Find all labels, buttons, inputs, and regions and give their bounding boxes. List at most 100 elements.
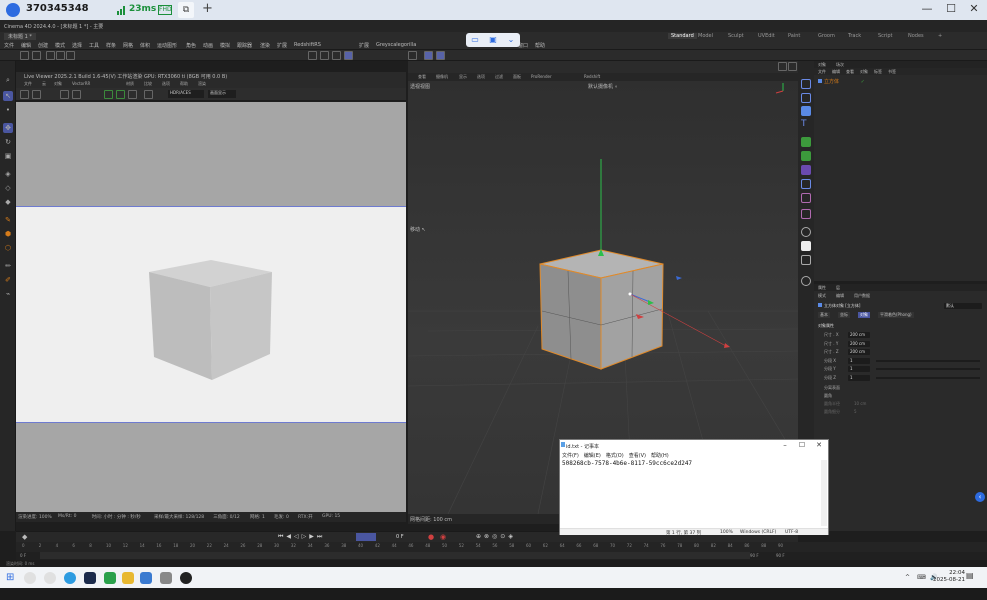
object-manager-menu-item[interactable]: 标签 (874, 69, 882, 75)
axis-x-icon[interactable] (46, 51, 55, 60)
side-expand-icon[interactable]: ‹ (975, 492, 985, 502)
doc-tab[interactable]: 未标题 1 * (4, 33, 36, 40)
live-render-icon[interactable] (344, 51, 353, 60)
text-tool-icon[interactable]: T (801, 119, 811, 129)
camera-nav-icon[interactable] (778, 62, 787, 71)
timeline-ruler[interactable]: 0 2 4 6 8 10 12 14 16 18 20 22 24 26 28 30 32 34 36 38 40 42 4… (16, 542, 987, 552)
menu-item[interactable]: 编辑 (21, 42, 31, 49)
viewport-menu-item[interactable]: 查看 (418, 74, 426, 80)
axis-z-icon[interactable] (66, 51, 75, 60)
axis-y-icon[interactable] (56, 51, 65, 60)
viewport-menu-item[interactable]: 选项 (477, 74, 485, 80)
layout-tab[interactable]: Groom (818, 33, 835, 39)
notepad-menu-item[interactable]: 格式(O) (606, 453, 624, 459)
target-icon[interactable] (144, 90, 153, 99)
render-viewport[interactable] (16, 102, 406, 512)
live-viewer-menu-item[interactable]: 文件 (24, 81, 32, 87)
attribute-menu-item[interactable]: 模式 (818, 293, 826, 299)
menu-item[interactable]: 扩展 (277, 42, 287, 49)
cinema4d-icon[interactable] (180, 572, 192, 584)
keyframe-diamond-icon[interactable]: ◆ (22, 533, 27, 541)
python-icon[interactable] (801, 276, 811, 286)
attribute-value-field[interactable]: 200 cm (848, 340, 870, 347)
viewport-menu-item[interactable]: 面板 (513, 74, 521, 80)
live-viewer-menu-item[interactable]: 比较 (144, 81, 152, 87)
attribute-tab[interactable]: 层 (836, 285, 840, 291)
object-row-cube[interactable]: 立方体 ✓ (818, 78, 978, 86)
attribute-menu-item[interactable]: 用户数据 (854, 293, 870, 299)
chevron-down-icon[interactable]: ⌄ (506, 35, 516, 45)
edge-mode-icon[interactable]: ◇ (3, 183, 13, 193)
attribute-slider[interactable] (876, 376, 980, 379)
pause-icon[interactable] (20, 90, 29, 99)
notepad-menu-item[interactable]: 查看(V) (629, 453, 646, 459)
menu-item[interactable]: 选择 (72, 42, 82, 49)
visibility-check-icon[interactable]: ✓ (861, 79, 865, 85)
live-viewer-menu-item[interactable]: 材质 (126, 81, 134, 87)
attribute-option[interactable]: 圆角 (824, 393, 832, 399)
menu-item[interactable]: RedshiftRS (294, 42, 321, 48)
viewport-menu-item[interactable]: 显示 (459, 74, 467, 80)
effector-icon[interactable] (801, 193, 811, 203)
menu-item[interactable]: 渲染 (260, 42, 270, 49)
generator-icon[interactable] (801, 137, 811, 147)
attribute-option[interactable]: 圆角细分 (824, 409, 840, 415)
range-slider[interactable] (40, 552, 750, 559)
attribute-value-field[interactable]: 1 (848, 366, 870, 372)
light-object-icon[interactable] (801, 255, 811, 265)
select-tool-icon[interactable]: ↖ (3, 91, 13, 101)
menu-item[interactable]: 模拟 (220, 42, 230, 49)
layout-tab[interactable]: Sculpt (728, 33, 744, 39)
refresh-icon[interactable] (32, 90, 41, 99)
live-viewer-menu-item[interactable]: 对象 (54, 81, 62, 87)
layout-tab[interactable]: + (938, 33, 942, 39)
menu-item[interactable]: 帮助 (535, 42, 545, 49)
viewport-menu-item[interactable]: 过滤 (495, 74, 503, 80)
layout-tab[interactable]: Nodes (908, 33, 924, 39)
record-icon[interactable]: ● (428, 533, 434, 541)
session-tab[interactable]: ⧉ (178, 2, 194, 18)
object-manager-menu-item[interactable]: 查看 (846, 69, 854, 75)
menu-item[interactable]: 跟踪器 (237, 42, 252, 49)
attribute-value-field[interactable]: 1 (848, 357, 870, 364)
attribute-tab[interactable]: 属性 (818, 285, 826, 291)
layout-tab[interactable]: Track (848, 33, 861, 39)
close-button[interactable]: ✕ (966, 2, 982, 15)
maximize-view-icon[interactable] (788, 62, 797, 71)
menu-item[interactable]: 网格 (123, 42, 133, 49)
attribute-menu-item[interactable]: 编辑 (836, 293, 844, 299)
avatar-icon[interactable] (6, 3, 20, 17)
menu-item[interactable]: 工具 (89, 42, 99, 49)
start-frame[interactable]: 0 F (20, 553, 26, 558)
app-icon[interactable] (140, 572, 152, 584)
display-switch-icon[interactable]: ▣ (488, 35, 498, 45)
menu-item[interactable]: 角色 (186, 42, 196, 49)
minimize-button[interactable]: — (919, 2, 935, 15)
layout-tab[interactable]: Standard (668, 33, 697, 39)
frame-range-bar[interactable]: 0 F 90 F 90 F (16, 552, 987, 560)
object-manager-menu-item[interactable]: 书签 (888, 69, 896, 75)
null-object-icon[interactable] (801, 79, 811, 89)
rotate-tool-icon[interactable]: ↻ (3, 137, 13, 147)
notepad-menu-item[interactable]: 文件(F) (562, 453, 579, 459)
loop-toggle[interactable] (356, 533, 376, 541)
magnet-tool-icon[interactable]: ⌁ (3, 289, 13, 299)
preset-select[interactable]: 默认 (944, 303, 982, 309)
chrome-icon[interactable] (24, 572, 36, 584)
live-viewer-menu-item[interactable]: 云 (42, 81, 46, 87)
notepad-menu-item[interactable]: 帮助(H) (651, 453, 669, 459)
render-view-icon[interactable] (308, 51, 317, 60)
menu-item[interactable]: 扩展 (359, 42, 369, 49)
notepad-scrollbar[interactable] (821, 460, 827, 526)
move-tool-icon[interactable]: ✥ (3, 123, 13, 133)
notepad-menu-item[interactable]: 编辑(E) (584, 453, 601, 459)
playback-buttons[interactable]: ⏮◀◁▷▶⏭ (278, 533, 325, 541)
attribute-value-field[interactable]: 200 cm (848, 349, 870, 355)
field-icon[interactable] (801, 209, 811, 219)
menu-item[interactable]: 文件 (4, 42, 14, 49)
attribute-subtab[interactable]: 对象 (858, 312, 870, 318)
redo-icon[interactable] (32, 51, 41, 60)
current-frame[interactable]: 0 F (396, 534, 404, 540)
lock-icon[interactable] (60, 90, 69, 99)
attribute-value-field[interactable]: 200 cm (848, 332, 870, 338)
